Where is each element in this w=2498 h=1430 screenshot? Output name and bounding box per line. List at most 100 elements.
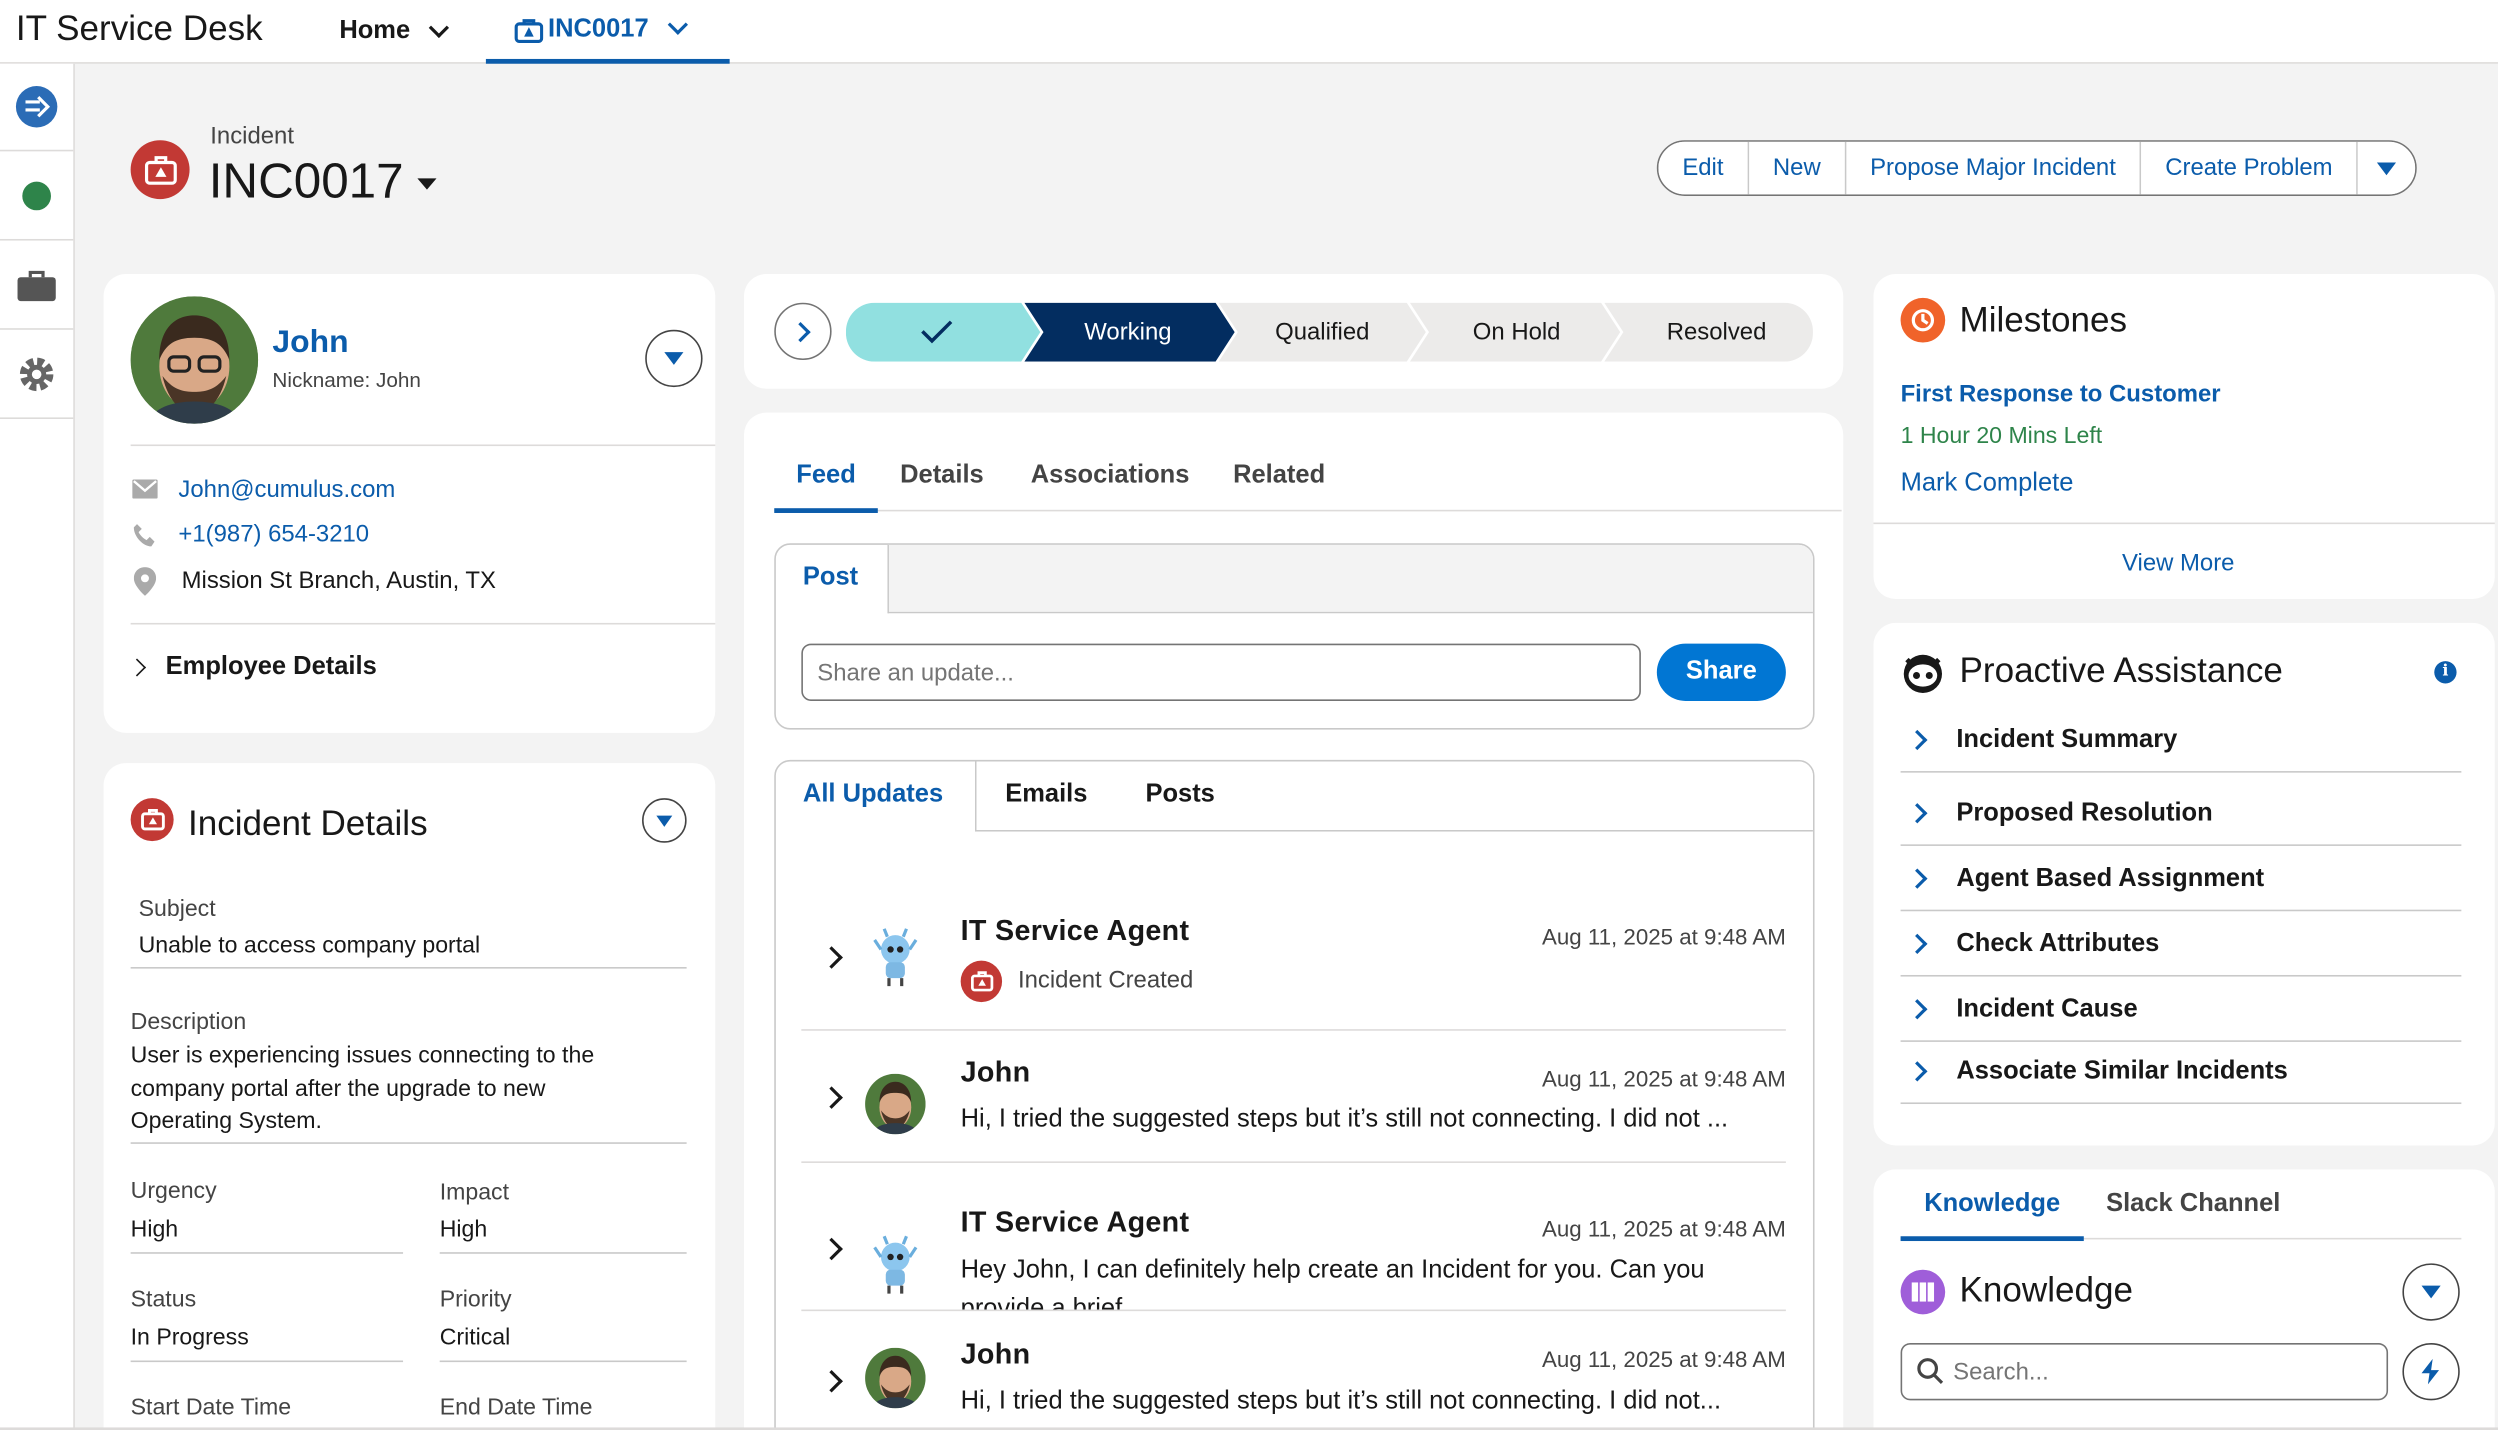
contact-name[interactable]: John (272, 325, 348, 362)
incident-details-title: Incident Details (187, 802, 428, 843)
proactive-assistance-title: Proactive Assistance (1959, 649, 2283, 690)
field-underline (130, 1360, 404, 1363)
filter-tab-bar (974, 761, 1813, 832)
pa-item-label: Incident Cause (1956, 994, 2138, 1022)
phone-icon (133, 524, 155, 547)
employee-details-section[interactable]: Employee Details (127, 653, 377, 682)
incident-icon (130, 798, 174, 842)
propose-major-incident-button[interactable]: Propose Major Incident (1846, 141, 2142, 195)
incident-icon (960, 960, 1003, 1003)
edit-button[interactable]: Edit (1658, 141, 1750, 195)
create-problem-button[interactable]: Create Problem (2141, 141, 2359, 195)
chevron-right-icon (1907, 1061, 1928, 1082)
forward-icon[interactable] (14, 84, 59, 129)
feed-author[interactable]: John (961, 1338, 1031, 1371)
agent-avatar-icon (873, 1235, 918, 1294)
chevron-right-icon (1907, 729, 1928, 751)
view-more-link[interactable]: View More (2122, 550, 2234, 577)
rail-status[interactable] (0, 151, 74, 241)
path-step-resolved-label: Resolved (1666, 318, 1767, 346)
avatar (865, 1347, 926, 1409)
contact-menu-button[interactable] (645, 329, 703, 388)
tab-details[interactable]: Details (900, 462, 984, 491)
pa-item-label: Proposed Resolution (1956, 798, 2213, 827)
rail-settings[interactable] (0, 330, 74, 419)
feed-author[interactable]: John (961, 1056, 1031, 1089)
tab-knowledge[interactable]: Knowledge (1900, 1179, 2084, 1242)
chevron-right-icon[interactable] (820, 1369, 843, 1393)
knowledge-menu-button[interactable] (2402, 1263, 2460, 1321)
field-underline (439, 1360, 687, 1363)
nav-tab-home[interactable]: Home (339, 0, 450, 64)
knowledge-search-input[interactable] (1953, 1347, 2381, 1396)
email-icon (132, 479, 158, 499)
knowledge-title: Knowledge (1959, 1269, 2133, 1310)
chevron-down-icon[interactable] (429, 16, 450, 38)
gear-icon[interactable] (16, 353, 57, 394)
chevron-right-icon[interactable] (820, 1086, 843, 1109)
description-line: company portal after the upgrade to new (130, 1076, 546, 1103)
feed-item[interactable]: John Aug 11, 2025 at 9:48 AM Hi, I tried… (801, 1032, 1786, 1163)
tab-related[interactable]: Related (1233, 462, 1325, 491)
incident-details-menu-button[interactable] (642, 798, 687, 843)
agent-avatar-icon (873, 928, 918, 987)
rail-forward[interactable] (0, 64, 74, 152)
lightning-icon (2421, 1358, 2440, 1385)
impact-label: Impact (439, 1180, 510, 1206)
incident-record-icon (130, 140, 190, 200)
urgency-value: High (130, 1217, 179, 1243)
record-menu-icon[interactable] (417, 178, 437, 190)
chevron-right-icon[interactable] (820, 946, 843, 969)
nav-tab-incident[interactable]: INC0017 (485, 0, 730, 64)
feed-text: Hi, I tried the suggested steps but it’s… (960, 1387, 1722, 1415)
pa-item-proposed-resolution[interactable]: Proposed Resolution (1900, 782, 2462, 846)
contact-phone[interactable]: +1(987) 654-3210 (178, 521, 369, 548)
pa-item-incident-summary[interactable]: Incident Summary (1900, 709, 2462, 773)
info-icon[interactable]: i (2434, 661, 2457, 684)
tab-slack-channel[interactable]: Slack Channel (2106, 1190, 2280, 1219)
more-actions-button[interactable] (2358, 141, 2416, 195)
pa-item-check-attributes[interactable]: Check Attributes (1900, 913, 2462, 977)
publisher-tab-post[interactable]: Post (803, 564, 858, 593)
share-update-input[interactable] (801, 643, 1641, 701)
contact-nickname: Nickname: John (272, 368, 421, 392)
briefcase-icon[interactable] (16, 267, 57, 302)
subject-label: Subject (138, 896, 216, 923)
start-date-label: Start Date Time (130, 1395, 292, 1422)
priority-value: Critical (439, 1325, 511, 1351)
filter-tab-emails[interactable]: Emails (1005, 781, 1087, 810)
pa-item-agent-based-assignment[interactable]: Agent Based Assignment (1900, 848, 2462, 912)
global-header: IT Service Desk Home INC0017 (0, 0, 2498, 64)
rail-briefcase[interactable] (0, 241, 74, 330)
share-button[interactable]: Share (1656, 643, 1786, 701)
new-button[interactable]: New (1749, 141, 1847, 195)
pa-item-label: Associate Similar Incidents (1956, 1057, 2288, 1085)
tab-feed[interactable]: Feed (774, 451, 878, 513)
pa-item-incident-cause[interactable]: Incident Cause (1900, 978, 2462, 1042)
feed-timestamp: Aug 11, 2025 at 9:48 AM (1542, 1346, 1786, 1372)
feed-author[interactable]: IT Service Agent (961, 1206, 1190, 1239)
path-step-onhold-label: On Hold (1472, 318, 1561, 346)
chevron-down-icon[interactable] (667, 14, 689, 35)
description-label: Description (130, 1010, 247, 1036)
feed-item[interactable]: John Aug 11, 2025 at 9:48 AM Hi, I tried… (801, 1313, 1786, 1430)
mark-complete-link[interactable]: Mark Complete (1901, 470, 2074, 499)
feed-author[interactable]: IT Service Agent (961, 914, 1190, 947)
urgency-label: Urgency (130, 1178, 217, 1205)
milestone-name[interactable]: First Response to Customer (1901, 381, 2221, 408)
knowledge-quick-action-button[interactable] (2402, 1342, 2460, 1401)
filter-tab-posts[interactable]: Posts (1145, 781, 1214, 810)
chevron-right-icon (1907, 999, 1928, 1020)
contact-email[interactable]: John@cumulus.com (178, 476, 395, 503)
path-toggle-button[interactable] (774, 302, 832, 361)
description-line: User is experiencing issues connecting t… (130, 1043, 595, 1069)
feed-item[interactable]: IT Service Agent Aug 11, 2025 at 9:48 AM… (801, 892, 1786, 1031)
filter-tab-all-updates[interactable]: All Updates (803, 781, 943, 810)
chevron-right-icon (1907, 933, 1928, 955)
chevron-right-icon[interactable] (820, 1237, 843, 1261)
feed-item[interactable]: IT Service Agent Aug 11, 2025 at 9:48 AM… (801, 1165, 1786, 1312)
search-icon (1917, 1358, 1944, 1384)
chevron-right-icon (1907, 868, 1928, 889)
pa-item-associate-similar-incidents[interactable]: Associate Similar Incidents (1900, 1040, 2462, 1105)
tab-associations[interactable]: Associations (1031, 462, 1190, 491)
